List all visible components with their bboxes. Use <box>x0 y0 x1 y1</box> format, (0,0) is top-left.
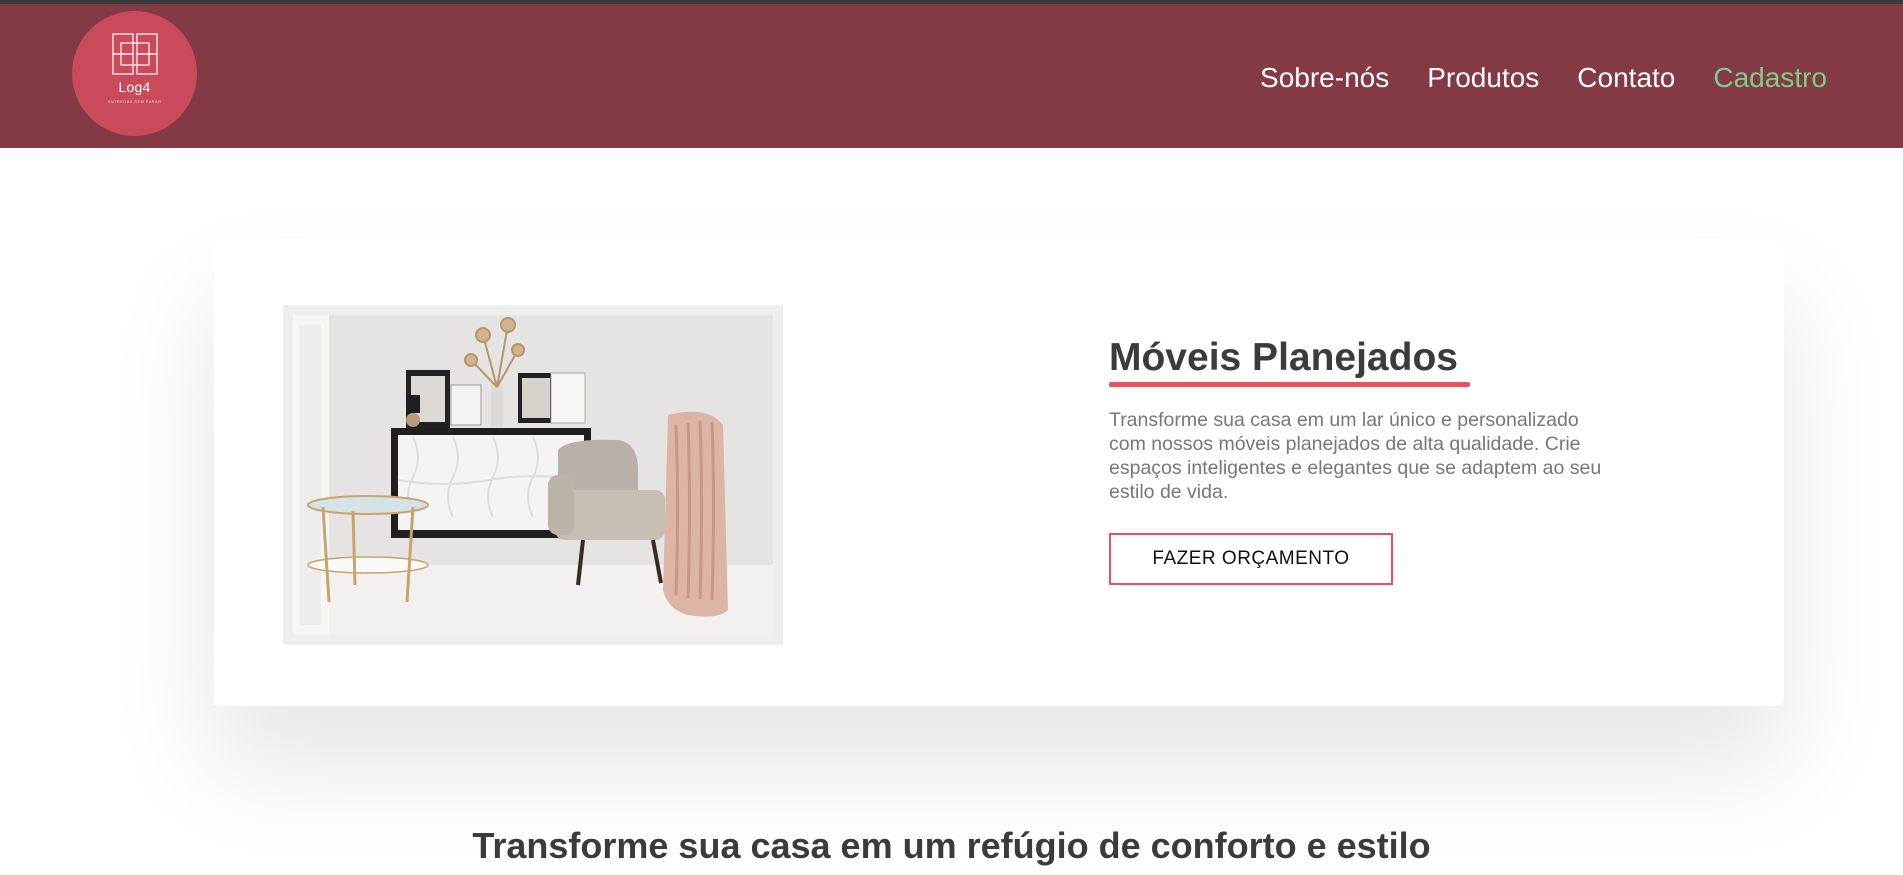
logo[interactable]: Log4 ENTREGAS SEM PARAR <box>72 11 197 136</box>
hero-image <box>293 315 773 635</box>
nav-item-cadastro[interactable]: Cadastro <box>1713 60 1827 96</box>
logo-name: Log4 <box>118 79 151 95</box>
section-title: Transforme sua casa em um refúgio de con… <box>0 822 1903 870</box>
nav-item-produtos[interactable]: Produtos <box>1427 60 1539 96</box>
section-title-text: Transforme sua casa em um refúgio de con… <box>472 825 1431 866</box>
hero-image-frame <box>283 305 783 645</box>
hero-title: Móveis Planejados <box>1109 336 1458 379</box>
hero-description: Transforme sua casa em um lar único e pe… <box>1109 409 1602 503</box>
living-room-photo <box>293 315 773 635</box>
fazer-orcamento-button[interactable]: FAZER ORÇAMENTO <box>1109 533 1393 585</box>
site-header: Log4 ENTREGAS SEM PARAR Sobre-nós Produt… <box>0 4 1903 148</box>
main-nav: Sobre-nós Produtos Contato Cadastro <box>1260 60 1827 96</box>
title-underline <box>1109 382 1470 387</box>
nav-item-contato[interactable]: Contato <box>1577 60 1675 96</box>
nav-item-sobre-nos[interactable]: Sobre-nós <box>1260 60 1389 96</box>
window-grid-icon <box>111 33 158 75</box>
logo-tagline: ENTREGAS SEM PARAR <box>107 99 162 104</box>
